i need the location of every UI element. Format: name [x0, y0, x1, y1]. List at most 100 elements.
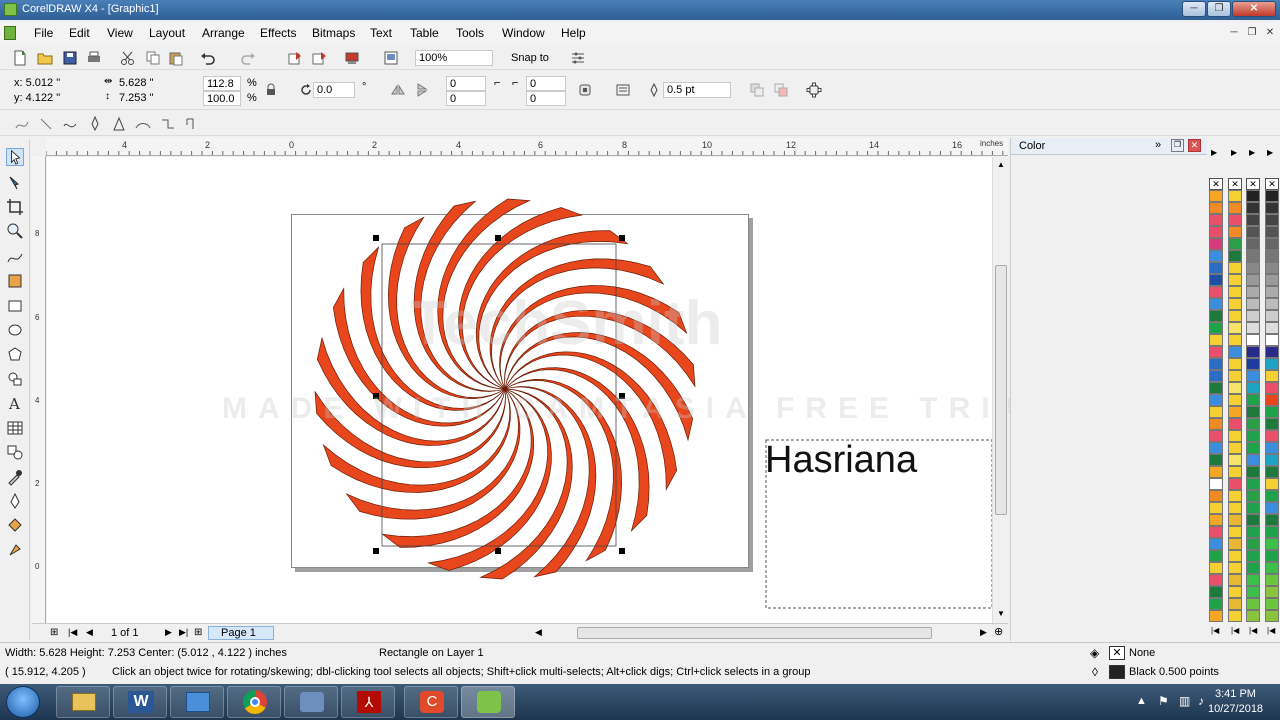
color-swatch[interactable]: [1246, 382, 1260, 394]
color-swatch[interactable]: [1265, 418, 1279, 430]
doc-minimize-icon[interactable]: ─: [1228, 27, 1240, 39]
next-page-icon[interactable]: ▶: [165, 627, 172, 638]
color-swatch[interactable]: [1228, 274, 1242, 286]
color-swatch[interactable]: [1228, 298, 1242, 310]
color-swatch[interactable]: [1265, 382, 1279, 394]
color-swatch[interactable]: [1265, 310, 1279, 322]
copy-icon[interactable]: [145, 50, 161, 66]
acrobat-taskbar-icon[interactable]: ⅄: [341, 686, 395, 718]
print-icon[interactable]: [86, 50, 102, 66]
color-swatch[interactable]: [1246, 598, 1260, 610]
color-swatch[interactable]: [1265, 562, 1279, 574]
color-swatch[interactable]: [1246, 538, 1260, 550]
color-swatch[interactable]: [1209, 478, 1223, 490]
import-icon[interactable]: [287, 50, 303, 66]
color-swatch[interactable]: [1265, 610, 1279, 622]
color-swatch[interactable]: [1228, 478, 1242, 490]
palette-scroll-icon[interactable]: ▶: [1267, 148, 1273, 157]
application-launcher-icon[interactable]: [344, 50, 360, 66]
color-swatch[interactable]: [1228, 358, 1242, 370]
wrap-text-icon[interactable]: [615, 82, 631, 98]
color-swatch[interactable]: [1265, 190, 1279, 202]
save-icon[interactable]: [62, 50, 78, 66]
rectangle-tool-icon[interactable]: [6, 297, 24, 315]
palette-nav-icon[interactable]: |◀: [1211, 626, 1219, 635]
color-swatch[interactable]: [1265, 286, 1279, 298]
color-swatch[interactable]: [1265, 358, 1279, 370]
color-swatch[interactable]: [1265, 466, 1279, 478]
color-swatch[interactable]: [1209, 586, 1223, 598]
color-swatch[interactable]: [1209, 526, 1223, 538]
color-swatch[interactable]: [1209, 250, 1223, 262]
color-swatch[interactable]: [1228, 262, 1242, 274]
color-swatch[interactable]: [1228, 610, 1242, 622]
scroll-right-icon[interactable]: ▶: [980, 627, 987, 638]
color-swatch[interactable]: [1209, 358, 1223, 370]
scroll-up-icon[interactable]: ▲: [997, 160, 1005, 169]
color-swatch[interactable]: [1209, 574, 1223, 586]
color-swatch[interactable]: [1209, 550, 1223, 562]
color-swatch[interactable]: [1246, 238, 1260, 250]
page-tab-1[interactable]: Page 1: [208, 626, 274, 640]
color-swatch[interactable]: [1228, 574, 1242, 586]
menu-help[interactable]: Help: [561, 26, 586, 40]
zoom-level-select[interactable]: 100%: [415, 50, 493, 66]
color-swatch[interactable]: [1209, 238, 1223, 250]
color-swatch[interactable]: [1228, 598, 1242, 610]
color-swatch[interactable]: [1228, 490, 1242, 502]
color-swatch[interactable]: [1228, 190, 1242, 202]
color-swatch[interactable]: [1265, 526, 1279, 538]
color-swatch[interactable]: [1265, 442, 1279, 454]
color-swatch[interactable]: [1228, 310, 1242, 322]
tray-arrow-icon[interactable]: ▲: [1136, 695, 1147, 707]
menu-bitmaps[interactable]: Bitmaps: [312, 26, 355, 40]
palette-scroll-icon[interactable]: ▶: [1231, 148, 1237, 157]
scroll-left-icon[interactable]: ◀: [535, 627, 542, 638]
lock-ratio-icon[interactable]: [263, 82, 279, 98]
color-swatch[interactable]: [1246, 502, 1260, 514]
color-swatch[interactable]: [1228, 214, 1242, 226]
color-swatch[interactable]: [1209, 418, 1223, 430]
horizontal-ruler[interactable]: 4 2 0 2 4 6 8 10 12 14 16 inches: [46, 138, 1008, 156]
object-width-field[interactable]: 5.628 ": [119, 77, 154, 89]
palette-scroll-icon[interactable]: ▶: [1211, 148, 1217, 157]
smart-fill-tool-icon[interactable]: [6, 272, 24, 290]
bezier-node-icon[interactable]: [111, 116, 127, 132]
color-swatch[interactable]: [1246, 346, 1260, 358]
color-swatch[interactable]: [1246, 526, 1260, 538]
close-button[interactable]: ✕: [1232, 1, 1276, 17]
color-swatch[interactable]: [1265, 454, 1279, 466]
freehand-node-icon[interactable]: [14, 116, 30, 132]
explorer-taskbar-icon[interactable]: [56, 686, 110, 718]
color-swatch[interactable]: [1209, 514, 1223, 526]
eyedropper-tool-icon[interactable]: [6, 468, 24, 486]
add-page-after-icon[interactable]: ⊞: [194, 627, 202, 638]
color-swatch[interactable]: [1246, 442, 1260, 454]
color-swatch[interactable]: [1246, 478, 1260, 490]
color-swatch[interactable]: [1209, 298, 1223, 310]
menu-table[interactable]: Table: [410, 26, 439, 40]
scroll-down-icon[interactable]: ▼: [997, 609, 1005, 618]
menu-effects[interactable]: Effects: [260, 26, 296, 40]
color-swatch[interactable]: [1209, 274, 1223, 286]
ellipse-tool-icon[interactable]: [6, 321, 24, 339]
no-color-swatch[interactable]: ✕: [1209, 178, 1223, 190]
line-node-icon[interactable]: [38, 116, 54, 132]
color-swatch[interactable]: [1265, 406, 1279, 418]
vertical-scrollbar[interactable]: ▲ ▼: [992, 157, 1008, 623]
color-swatch[interactable]: [1265, 550, 1279, 562]
pick-tool-icon[interactable]: [6, 148, 24, 166]
position-y-field[interactable]: y: 4.122 ": [14, 92, 60, 104]
word-taskbar-icon[interactable]: W: [113, 686, 167, 718]
color-swatch[interactable]: [1265, 262, 1279, 274]
color-swatch[interactable]: [1209, 502, 1223, 514]
color-swatch[interactable]: [1209, 262, 1223, 274]
color-swatch[interactable]: [1209, 442, 1223, 454]
menu-view[interactable]: View: [107, 26, 133, 40]
menu-arrange[interactable]: Arrange: [202, 26, 245, 40]
color-swatch[interactable]: [1228, 526, 1242, 538]
table-tool-icon[interactable]: [6, 419, 24, 437]
palette-nav-icon[interactable]: |◀: [1231, 626, 1239, 635]
undo-icon[interactable]: [200, 50, 216, 66]
color-swatch[interactable]: [1246, 262, 1260, 274]
